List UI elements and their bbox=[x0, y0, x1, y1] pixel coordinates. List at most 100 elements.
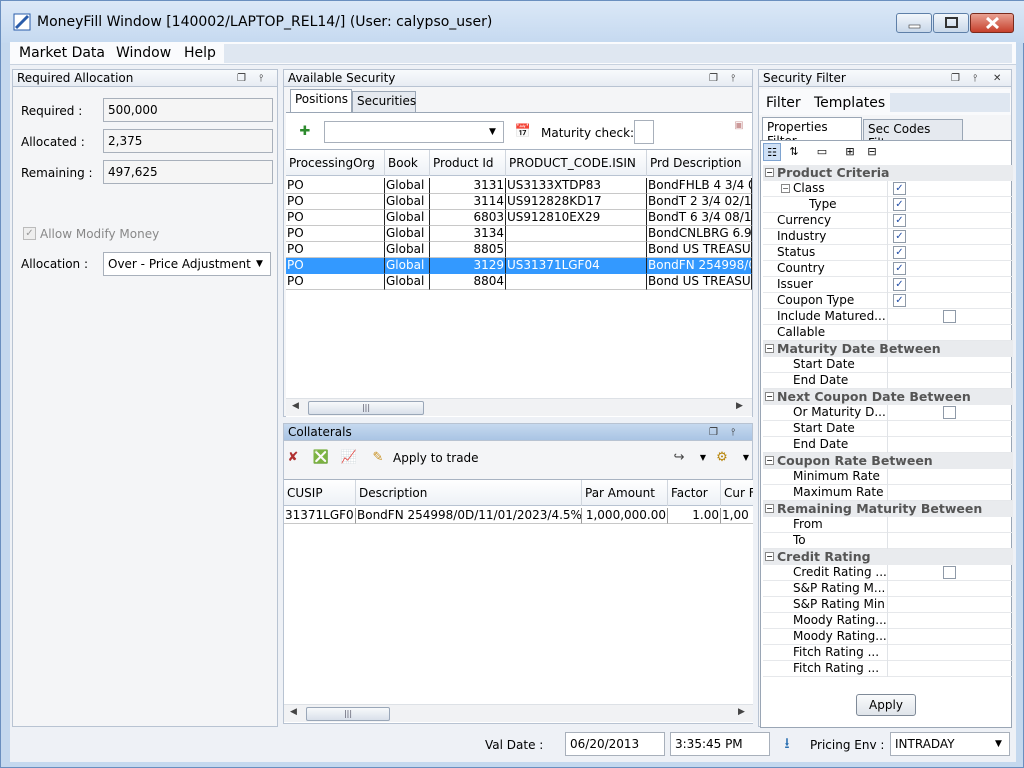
column-header[interactable]: Prd Description bbox=[647, 150, 752, 176]
filter-property-value[interactable] bbox=[887, 565, 1013, 581]
filter-property-value[interactable] bbox=[887, 437, 1013, 453]
scroll-thumb[interactable]: ||| bbox=[308, 401, 424, 415]
filter-property-value[interactable]: ✓ bbox=[887, 229, 1013, 245]
chevron-down-icon[interactable]: ▼ bbox=[484, 123, 501, 141]
filter-property-row[interactable]: Start Date bbox=[763, 357, 1013, 373]
column-header[interactable]: CUSIP bbox=[284, 480, 356, 506]
filter-property-value[interactable] bbox=[887, 421, 1013, 437]
collapse-icon[interactable]: − bbox=[765, 552, 774, 561]
filter-property-row[interactable]: Coupon Type ✓ bbox=[763, 293, 1013, 309]
allocation-select[interactable]: Over - Price Adjustment ▼ bbox=[103, 252, 271, 276]
tab-sec-codes-filter[interactable]: Sec Codes Filter bbox=[863, 119, 963, 150]
filter-property-row[interactable]: Credit Rating ... bbox=[763, 565, 1013, 581]
filter-property-value[interactable] bbox=[887, 597, 1013, 613]
table-row[interactable]: PO Global 3134 BondCNLBRG 6.95 bbox=[286, 226, 752, 242]
scroll-right-icon[interactable]: ▶ bbox=[736, 401, 743, 411]
required-field[interactable]: 500,000 bbox=[103, 98, 273, 122]
filter-property-row[interactable]: From bbox=[763, 517, 1013, 533]
templates-menu[interactable]: Templates bbox=[814, 95, 885, 111]
apply-to-trade-icon[interactable]: ✎ bbox=[369, 449, 387, 467]
property-checkbox[interactable] bbox=[943, 310, 956, 323]
chevron-down-icon[interactable]: ▼ bbox=[251, 255, 268, 273]
scroll-left-icon[interactable]: ◀ bbox=[290, 707, 297, 717]
filter-property-row[interactable]: Or Maturity D... bbox=[763, 405, 1013, 421]
filter-property-row[interactable]: Issuer ✓ bbox=[763, 277, 1013, 293]
remove-icon[interactable]: ✘ bbox=[284, 449, 302, 467]
scroll-thumb[interactable]: ||| bbox=[306, 707, 390, 721]
menu-help[interactable]: Help bbox=[184, 45, 216, 61]
allocated-field[interactable]: 2,375 bbox=[103, 129, 273, 153]
filter-property-value[interactable] bbox=[887, 309, 1013, 325]
collapse-all-icon[interactable]: ⊟ bbox=[863, 143, 881, 161]
filter-property-row[interactable]: Currency ✓ bbox=[763, 213, 1013, 229]
property-checkbox[interactable]: ✓ bbox=[893, 246, 906, 259]
menu-market-data[interactable]: Market Data bbox=[19, 45, 105, 61]
filter-section-header[interactable]: − Next Coupon Date Between bbox=[763, 389, 1013, 405]
filter-property-value[interactable]: ✓ bbox=[887, 213, 1013, 229]
filter-property-value[interactable] bbox=[887, 405, 1013, 421]
tab-properties-filter[interactable]: Properties Filter bbox=[762, 117, 862, 148]
property-checkbox[interactable]: ✓ bbox=[893, 182, 906, 195]
time-field[interactable]: 3:35:45 PM bbox=[670, 732, 770, 756]
maturity-check-field[interactable] bbox=[634, 120, 654, 144]
table-row[interactable]: PO Global 6803 US912810EX29 BondT 6 3/4 08/1… bbox=[286, 210, 752, 226]
scroll-left-icon[interactable]: ◀ bbox=[292, 401, 299, 411]
filter-property-value[interactable] bbox=[887, 373, 1013, 389]
property-checkbox[interactable] bbox=[943, 406, 956, 419]
filter-property-row[interactable]: End Date bbox=[763, 373, 1013, 389]
filter-menu[interactable]: Filter bbox=[766, 95, 801, 111]
stop-icon[interactable]: ▣ bbox=[730, 117, 748, 135]
collaterals-hscrollbar[interactable]: ◀ ||| ▶ bbox=[284, 704, 753, 722]
filter-property-row[interactable]: Maximum Rate bbox=[763, 485, 1013, 501]
chevron-down-icon[interactable]: ▼ bbox=[990, 735, 1007, 753]
download-icon[interactable]: ⭳ bbox=[778, 734, 796, 752]
title-bar[interactable]: MoneyFill Window [140002/LAPTOP_REL14/] … bbox=[1, 1, 1024, 43]
table-row[interactable]: PO Global 3129 US31371LGF04 BondFN 254998/0l bbox=[286, 258, 752, 274]
column-header[interactable]: Book bbox=[385, 150, 430, 176]
filter-property-row[interactable]: S&P Rating M... bbox=[763, 581, 1013, 597]
expand-all-icon[interactable]: ⊞ bbox=[841, 143, 859, 161]
filter-property-value[interactable] bbox=[887, 533, 1013, 549]
tab-positions[interactable]: Positions bbox=[290, 89, 352, 112]
pin-icon[interactable]: ⫯ bbox=[731, 425, 735, 441]
filter-section-header[interactable]: − Maturity Date Between bbox=[763, 341, 1013, 357]
positions-hscrollbar[interactable]: ◀ ||| ▶ bbox=[286, 398, 752, 416]
add-icon[interactable]: ✚ bbox=[296, 123, 314, 141]
remaining-field[interactable]: 497,625 bbox=[103, 160, 273, 184]
categorized-icon[interactable]: ☷ bbox=[763, 143, 781, 161]
filter-property-row[interactable]: Callable bbox=[763, 325, 1013, 341]
chevron-down-icon[interactable]: ▼ bbox=[694, 449, 712, 467]
property-checkbox[interactable]: ✓ bbox=[893, 294, 906, 307]
filter-property-row[interactable]: Industry ✓ bbox=[763, 229, 1013, 245]
tab-securities[interactable]: Securities bbox=[352, 91, 416, 112]
filter-property-value[interactable] bbox=[887, 645, 1013, 661]
filter-property-row[interactable]: Minimum Rate bbox=[763, 469, 1013, 485]
filter-property-value[interactable] bbox=[887, 517, 1013, 533]
settings-icon[interactable]: ⚙ bbox=[713, 449, 731, 467]
column-header[interactable]: Par Amount bbox=[582, 480, 668, 506]
menu-window[interactable]: Window bbox=[116, 45, 171, 61]
filter-property-row[interactable]: Fitch Rating ... bbox=[763, 645, 1013, 661]
collapse-icon[interactable]: − bbox=[765, 504, 774, 513]
filter-property-row[interactable]: Fitch Rating ... bbox=[763, 661, 1013, 677]
filter-property-value[interactable] bbox=[887, 469, 1013, 485]
table-row[interactable]: PO Global 3131 US3133XTDP83 BondFHLB 4 3/4 0 bbox=[286, 178, 752, 194]
filter-property-row[interactable]: To bbox=[763, 533, 1013, 549]
column-header[interactable]: Product Id bbox=[430, 150, 506, 176]
close-button[interactable] bbox=[970, 13, 1014, 33]
pricing-env-select[interactable]: INTRADAY ▼ bbox=[890, 732, 1010, 756]
chevron-down-icon[interactable]: ▼ bbox=[737, 449, 755, 467]
filter-property-row[interactable]: Include Matured... bbox=[763, 309, 1013, 325]
table-row[interactable]: PO Global 8804 Bond US TREASUR bbox=[286, 274, 752, 290]
allow-modify-checkbox[interactable]: ✓ bbox=[23, 227, 36, 240]
filter-property-value[interactable] bbox=[887, 661, 1013, 677]
filter-section-header[interactable]: − Credit Rating bbox=[763, 549, 1013, 565]
property-checkbox[interactable]: ✓ bbox=[893, 262, 906, 275]
filter-property-row[interactable]: Moody Rating... bbox=[763, 613, 1013, 629]
pin-icon[interactable]: ⫯ bbox=[259, 71, 263, 87]
apply-to-trade-button[interactable]: Apply to trade bbox=[393, 451, 479, 465]
collapse-icon[interactable]: − bbox=[765, 456, 774, 465]
table-row[interactable]: PO Global 3114 US912828KD17 BondT 2 3/4 02/1… bbox=[286, 194, 752, 210]
filter-property-row[interactable]: − Class ✓ bbox=[763, 181, 1013, 197]
property-checkbox[interactable]: ✓ bbox=[893, 278, 906, 291]
